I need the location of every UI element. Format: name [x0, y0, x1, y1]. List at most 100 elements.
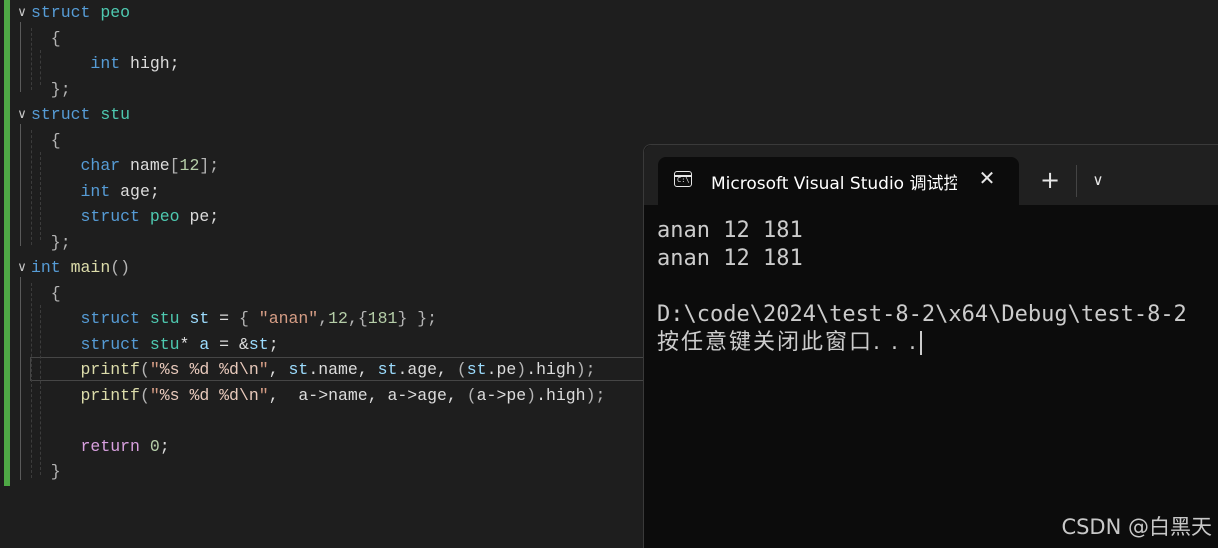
- code-line[interactable]: };: [31, 77, 71, 102]
- block-guide: [20, 22, 21, 92]
- console-prompt-text: 按任意键关闭此窗口. . .: [657, 330, 918, 355]
- code-token: %s %d %d\n: [159, 360, 259, 379]
- block-guide: [20, 124, 21, 246]
- code-token: struct: [80, 309, 150, 328]
- code-token: 12: [179, 156, 200, 175]
- code-token: ,{: [347, 309, 368, 328]
- code-token: struct: [80, 207, 150, 226]
- code-line[interactable]: {: [31, 281, 61, 306]
- code-token: 181: [367, 309, 398, 328]
- code-token: peo: [100, 3, 131, 22]
- console-output-line: anan 12 181: [657, 218, 803, 243]
- console-output-line: anan 12 181: [657, 246, 803, 271]
- code-token: struct: [80, 335, 150, 354]
- indent-guide: [31, 283, 32, 478]
- code-line[interactable]: int age;: [31, 179, 160, 204]
- code-line[interactable]: printf("%s %d %d\n", st.name, st.age, (s…: [31, 357, 596, 382]
- code-line[interactable]: struct stu: [31, 102, 130, 127]
- code-line[interactable]: {: [31, 128, 61, 153]
- code-token: ": [258, 360, 269, 379]
- code-token: st: [377, 360, 398, 379]
- code-token: {: [31, 29, 61, 48]
- code-token: stu: [149, 335, 180, 354]
- code-token: ,: [268, 360, 289, 379]
- code-line[interactable]: int main(): [31, 255, 130, 280]
- change-indicator-bar: [4, 0, 10, 486]
- code-token: main: [70, 258, 111, 277]
- code-line[interactable]: }: [31, 459, 61, 484]
- code-token: printf: [80, 360, 140, 379]
- code-token: {: [31, 131, 61, 150]
- code-token: , a->name, a->age,: [268, 386, 467, 405]
- code-token: ];: [199, 156, 220, 175]
- code-line[interactable]: struct peo pe;: [31, 204, 220, 229]
- text-cursor: [919, 331, 922, 355]
- code-token: high;: [120, 54, 180, 73]
- code-token: .pe: [486, 360, 517, 379]
- code-token: name: [120, 156, 170, 175]
- code-token: stu: [149, 309, 180, 328]
- code-token: .high: [526, 360, 576, 379]
- code-line[interactable]: int high;: [31, 51, 180, 76]
- code-token: ": [149, 386, 160, 405]
- code-token: struct: [31, 3, 101, 22]
- code-token: .age,: [397, 360, 457, 379]
- code-token: ): [526, 386, 537, 405]
- code-token: (: [466, 386, 477, 405]
- code-token: st: [288, 360, 309, 379]
- debug-console-window[interactable]: C:\ Microsoft Visual Studio 调试控制台 ✕ + ∨ …: [643, 144, 1218, 548]
- code-token: (: [456, 360, 467, 379]
- code-line[interactable]: return 0;: [31, 434, 170, 459]
- code-token: };: [31, 233, 71, 252]
- code-token: stu: [100, 105, 131, 124]
- code-token: ;: [268, 335, 279, 354]
- code-token: ): [516, 360, 527, 379]
- code-token: } };: [397, 309, 438, 328]
- new-tab-button[interactable]: +: [1037, 167, 1063, 193]
- console-prompt-line: 按任意键关闭此窗口. . .: [657, 329, 922, 357]
- indent-guide: [40, 152, 41, 240]
- code-token: = &: [209, 335, 249, 354]
- close-tab-icon[interactable]: ✕: [976, 167, 998, 189]
- code-token: struct: [31, 105, 101, 124]
- code-token: {: [238, 309, 259, 328]
- code-line[interactable]: {: [31, 26, 61, 51]
- code-token: peo: [149, 207, 180, 226]
- code-line[interactable]: struct stu st = { "anan",12,{181} };: [31, 306, 438, 331]
- code-token: );: [575, 360, 596, 379]
- console-tab[interactable]: C:\ Microsoft Visual Studio 调试控制台 ✕: [658, 157, 1019, 205]
- fold-toggle-icon[interactable]: ∨: [14, 0, 30, 25]
- code-token: }: [31, 462, 61, 481]
- code-token: st: [466, 360, 487, 379]
- code-token: 12: [328, 309, 348, 328]
- code-token: a->pe: [476, 386, 527, 405]
- tab-separator: [1076, 165, 1077, 197]
- code-token: a: [199, 335, 210, 354]
- fold-toggle-icon[interactable]: ∨: [14, 102, 30, 127]
- code-line[interactable]: struct peo: [31, 0, 130, 25]
- code-token: [: [169, 156, 180, 175]
- code-token: (: [139, 360, 150, 379]
- code-line[interactable]: struct stu* a = &st;: [31, 332, 279, 357]
- code-line[interactable]: };: [31, 230, 71, 255]
- terminal-icon: C:\: [674, 171, 692, 187]
- code-token: st: [248, 335, 269, 354]
- code-token: int: [31, 258, 71, 277]
- code-token: pe;: [179, 207, 220, 226]
- code-token: age;: [110, 182, 160, 201]
- chevron-down-icon[interactable]: ∨: [1086, 167, 1110, 193]
- console-titlebar: C:\ Microsoft Visual Studio 调试控制台 ✕ + ∨: [644, 145, 1218, 205]
- code-token: =: [209, 309, 239, 328]
- code-line[interactable]: char name[12];: [31, 153, 220, 178]
- code-line[interactable]: printf("%s %d %d\n", a->name, a->age, (a…: [31, 383, 606, 408]
- code-token: ": [149, 360, 160, 379]
- fold-toggle-icon[interactable]: ∨: [14, 255, 30, 280]
- indent-guide: [40, 305, 41, 475]
